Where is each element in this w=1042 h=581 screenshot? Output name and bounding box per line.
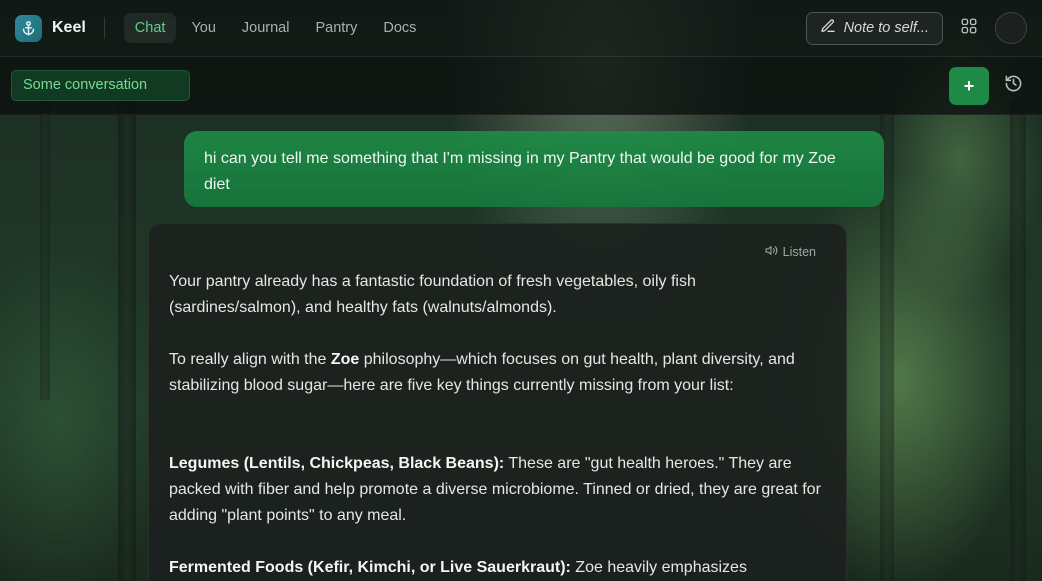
- note-to-self-label: Note to self...: [843, 20, 929, 36]
- assistant-message-card: Listen Your pantry already has a fantast…: [148, 223, 847, 581]
- user-message-text: hi can you tell me something that I'm mi…: [204, 150, 836, 193]
- apps-grid-button[interactable]: [955, 14, 983, 42]
- tab-journal[interactable]: Journal: [231, 13, 301, 43]
- note-to-self-button[interactable]: Note to self...: [805, 11, 943, 45]
- main-nav: Chat You Journal Pantry Docs: [123, 13, 428, 43]
- paragraph-text: Your pantry already has a fantastic foun…: [169, 273, 696, 316]
- background-tree: [118, 100, 136, 581]
- tab-you[interactable]: You: [180, 13, 226, 43]
- background-tree: [1010, 100, 1026, 581]
- tab-chat[interactable]: Chat: [123, 13, 177, 43]
- listen-label: Listen: [782, 245, 816, 259]
- history-button[interactable]: [1000, 73, 1026, 99]
- user-message-bubble: hi can you tell me something that I'm mi…: [184, 131, 884, 207]
- pencil-icon: [820, 18, 836, 38]
- item-heading: Fermented Foods (Kefir, Kimchi, or Live …: [169, 559, 571, 576]
- background-tree: [40, 100, 50, 400]
- new-conversation-button[interactable]: +: [949, 67, 989, 105]
- header-actions: Note to self...: [805, 11, 1027, 45]
- divider: [103, 17, 105, 39]
- conversation-bar: Some conversation +: [0, 57, 1042, 115]
- listen-button[interactable]: Listen: [765, 244, 816, 260]
- message-paragraph: To really align with the Zoe philosophy—…: [169, 347, 826, 399]
- user-avatar[interactable]: [995, 12, 1027, 44]
- assistant-message-body: Your pantry already has a fantastic foun…: [169, 224, 826, 581]
- anchor-logo-icon: [15, 14, 42, 42]
- speaker-icon: [765, 244, 778, 260]
- tab-pantry[interactable]: Pantry: [304, 13, 368, 43]
- top-navigation-bar: Keel Chat You Journal Pantry Docs Note t…: [0, 0, 1042, 57]
- paragraph-text: To really align with the: [169, 351, 331, 368]
- grid-icon: [960, 17, 978, 40]
- conversation-title[interactable]: Some conversation: [11, 70, 190, 101]
- list-item: Fermented Foods (Kefir, Kimchi, or Live …: [169, 555, 826, 581]
- item-text: Zoe heavily emphasizes: [570, 559, 747, 576]
- item-heading: Legumes (Lentils, Chickpeas, Black Beans…: [169, 455, 505, 472]
- list-item: Legumes (Lentils, Chickpeas, Black Beans…: [169, 451, 826, 529]
- brand[interactable]: Keel: [15, 14, 86, 42]
- bold-text: Zoe: [330, 351, 360, 368]
- app-name: Keel: [52, 19, 86, 36]
- history-icon: [1004, 74, 1023, 98]
- message-paragraph: Your pantry already has a fantastic foun…: [169, 269, 826, 321]
- tab-docs[interactable]: Docs: [372, 13, 427, 43]
